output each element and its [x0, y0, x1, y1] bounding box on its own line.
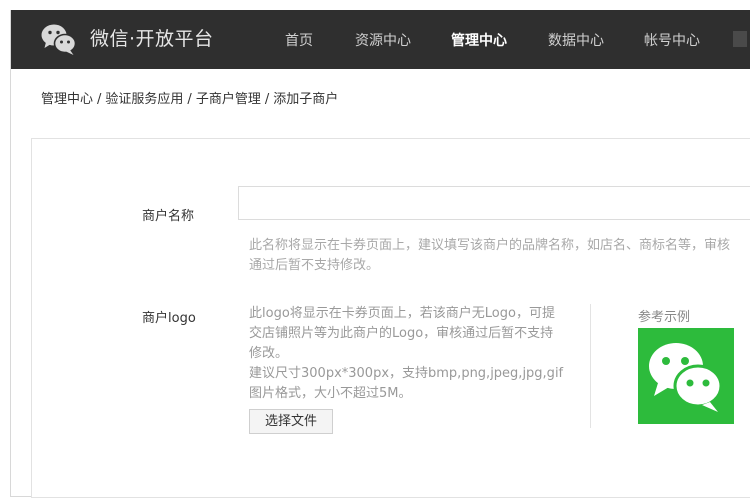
logo-description-line: 建议尺寸300px*300px，支持bmp,png,jpeg,jpg,gif	[249, 366, 564, 381]
nav-account-center[interactable]: 帐号中心	[644, 30, 700, 50]
wechat-logo-icon	[41, 24, 77, 55]
wechat-example-icon	[649, 343, 723, 412]
merchant-name-hint-continued: 通过后暂不支持修改。	[249, 258, 380, 273]
example-logo-image	[638, 328, 734, 424]
logo-description-line: 交店铺照片等为此商户的Logo，审核通过后暂不支持	[249, 326, 554, 341]
nav-home[interactable]: 首页	[285, 30, 313, 50]
logo-description-line: 此logo将显示在卡券页面上，若该商户无Logo，可提	[249, 306, 555, 321]
breadcrumb-verification-app[interactable]: 验证服务应用	[105, 92, 183, 107]
breadcrumb-current-page: 添加子商户	[273, 92, 339, 107]
breadcrumb: 管理中心 / 验证服务应用 / 子商户管理 / 添加子商户	[41, 88, 338, 107]
nav-management-center[interactable]: 管理中心	[451, 30, 507, 50]
choose-file-button[interactable]: 选择文件	[249, 409, 333, 434]
breadcrumb-management-center[interactable]: 管理中心	[41, 92, 93, 107]
logo-description-line: 图片格式，大小不超过5M。	[249, 386, 412, 401]
merchant-name-label: 商户名称	[142, 209, 195, 224]
nav-overflow-icon[interactable]	[733, 31, 747, 47]
nav-resource-center[interactable]: 资源中心	[355, 30, 411, 50]
logo-description-line: 修改。	[249, 346, 289, 361]
logo-description: 此logo将显示在卡券页面上，若该商户无Logo，可提 交店铺照片等为此商户的L…	[249, 304, 579, 404]
breadcrumb-separator: /	[187, 92, 192, 107]
brand-title[interactable]: 微信·开放平台	[90, 24, 214, 51]
top-navigation-bar: 微信·开放平台 首页 资源中心 管理中心 数据中心 帐号中心	[11, 10, 750, 69]
section-divider	[590, 304, 591, 428]
merchant-logo-label: 商户logo	[142, 311, 196, 326]
breadcrumb-separator: /	[97, 92, 102, 107]
merchant-name-input[interactable]	[238, 186, 750, 220]
nav-data-center[interactable]: 数据中心	[548, 30, 604, 50]
merchant-name-hint: 此名称将显示在卡券页面上，建议填写该商户的品牌名称，如店名、商标名等，审核	[249, 238, 731, 253]
breadcrumb-sub-merchant-management[interactable]: 子商户管理	[196, 92, 261, 107]
breadcrumb-separator: /	[264, 92, 270, 107]
example-label: 参考示例	[638, 310, 691, 325]
